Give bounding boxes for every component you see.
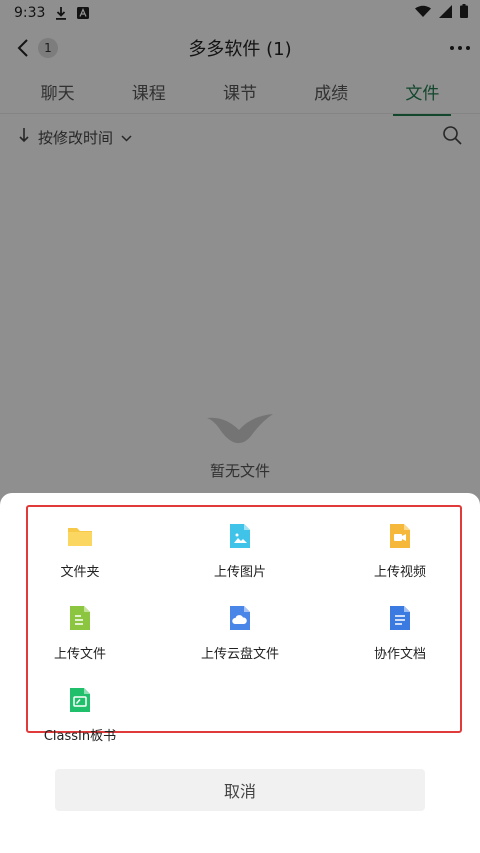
upload-video-option[interactable]: 上传视频 <box>330 521 470 580</box>
folder-icon <box>68 528 92 546</box>
collab-doc-label: 协作文档 <box>373 647 426 662</box>
file-icon <box>70 606 90 630</box>
blackboard-icon <box>70 688 90 712</box>
upload-sheet: 文件夹 上传图片 上传视频 上传文件 上传云盘文件 协作文档 ClassIn板书… <box>0 493 480 853</box>
upload-file-option[interactable]: 上传文件 <box>10 603 150 662</box>
upload-cloud-file-option[interactable]: 上传云盘文件 <box>170 603 310 662</box>
upload-cloud-file-label: 上传云盘文件 <box>200 647 279 662</box>
folder-option-label: 文件夹 <box>60 565 100 580</box>
doc-icon <box>390 606 410 630</box>
classin-board-label: ClassIn板书 <box>43 729 117 744</box>
video-icon <box>390 524 410 548</box>
upload-image-label: 上传图片 <box>213 565 266 580</box>
classin-board-option[interactable]: ClassIn板书 <box>10 685 150 744</box>
cloud-file-icon <box>230 606 250 630</box>
upload-video-label: 上传视频 <box>373 565 426 580</box>
image-icon <box>230 524 250 548</box>
folder-option[interactable]: 文件夹 <box>10 521 150 580</box>
upload-file-label: 上传文件 <box>53 647 106 662</box>
cancel-button[interactable]: 取消 <box>55 769 425 811</box>
collab-doc-option[interactable]: 协作文档 <box>330 603 470 662</box>
upload-image-option[interactable]: 上传图片 <box>170 521 310 580</box>
